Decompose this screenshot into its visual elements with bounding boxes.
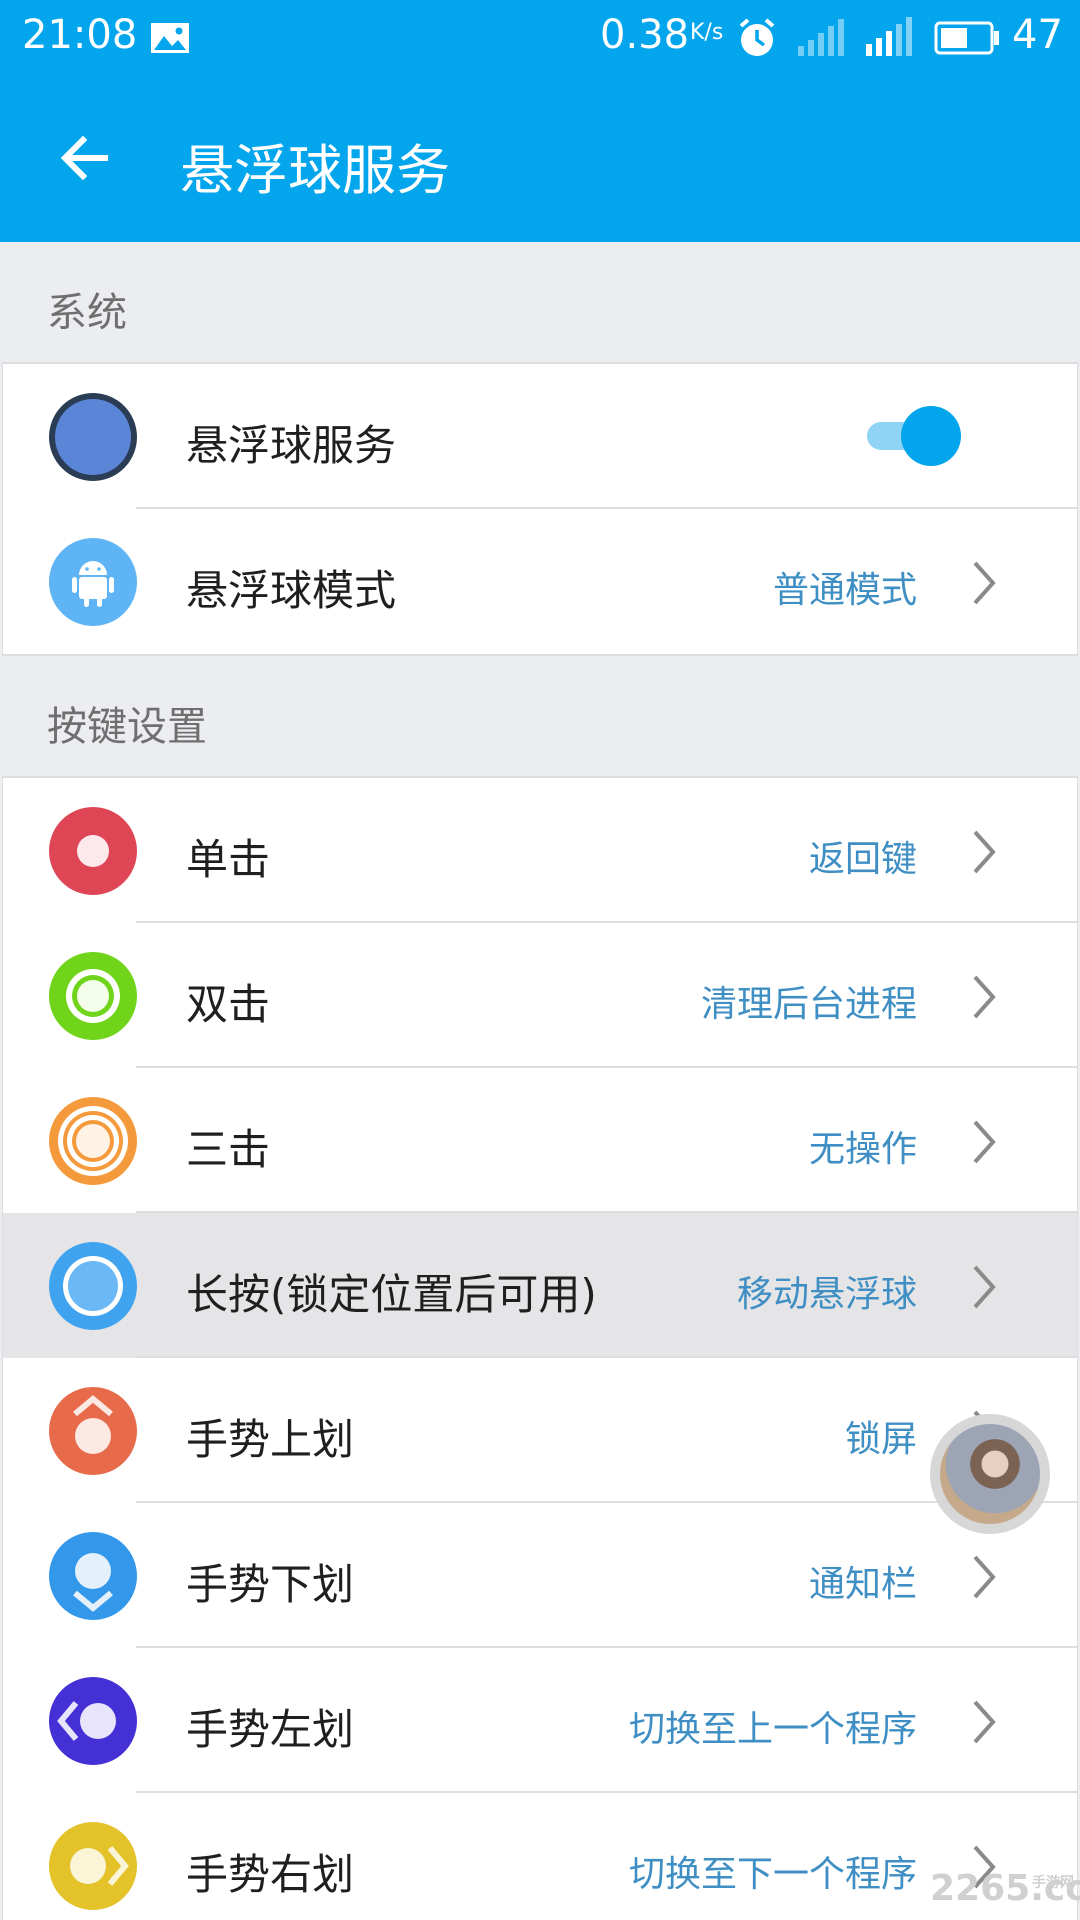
row-value: 返回键 (808, 839, 917, 880)
row-floating-ball-mode[interactable]: 悬浮球模式 普通模式 (3, 509, 1077, 654)
image-icon (151, 23, 189, 53)
row-long-press[interactable]: 长按(锁定位置后可用) 移动悬浮球 (3, 1213, 1077, 1358)
chevron-right-icon (973, 830, 996, 874)
swipe-up-icon (49, 1387, 137, 1475)
chevron-right-icon (973, 975, 996, 1019)
row-value: 清理后台进程 (700, 984, 917, 1025)
row-label: 长按(锁定位置后可用) (186, 1270, 597, 1319)
row-label: 悬浮球服务 (186, 421, 397, 470)
row-single-tap[interactable]: 单击 返回键 (3, 778, 1077, 923)
row-label: 手势右划 (186, 1850, 355, 1899)
chevron-right-icon (973, 1555, 996, 1599)
service-toggle[interactable] (863, 402, 963, 470)
row-label: 悬浮球模式 (186, 566, 397, 615)
chevron-right-icon (973, 1700, 996, 1744)
chevron-right-icon (973, 1265, 996, 1309)
chevron-right-icon (973, 561, 996, 605)
settings-group-system: 悬浮球服务 悬浮球模式 普通模式 (2, 362, 1078, 656)
row-swipe-up[interactable]: 手势上划 锁屏 (3, 1358, 1077, 1503)
battery-icon (934, 21, 999, 55)
long-press-icon (49, 1242, 137, 1330)
status-time: 21:08 (22, 12, 138, 58)
row-label: 手势下划 (186, 1560, 355, 1609)
alarm-icon (739, 18, 775, 56)
swipe-right-icon (49, 1822, 137, 1910)
triple-tap-icon (49, 1097, 137, 1185)
row-value: 切换至上一个程序 (628, 1709, 917, 1750)
watermark-logo: 2265.com 手游网 (930, 1868, 1080, 1909)
section-header-key-settings: 按键设置 (47, 704, 207, 750)
row-triple-tap[interactable]: 三击 无操作 (3, 1068, 1077, 1213)
row-value: 通知栏 (808, 1564, 917, 1605)
row-value: 普通模式 (772, 570, 917, 611)
row-label: 三击 (186, 1125, 271, 1174)
row-label: 手势左划 (186, 1705, 355, 1754)
row-floating-ball-service[interactable]: 悬浮球服务 (3, 364, 1077, 509)
row-value: 锁屏 (844, 1419, 917, 1460)
net-speed-unit: K/s (690, 20, 724, 45)
swipe-down-icon (49, 1532, 137, 1620)
hplus-signal-icon (866, 17, 912, 56)
battery-level: 47 (1012, 12, 1063, 58)
floating-ball-avatar (940, 1424, 1040, 1524)
single-tap-icon (49, 807, 137, 895)
row-label: 手势上划 (186, 1415, 355, 1464)
net-speed: 0.38 (600, 12, 690, 58)
status-bar: 21:08 0.38 K/s 47 (0, 0, 1080, 76)
row-label: 双击 (186, 980, 271, 1029)
row-double-tap[interactable]: 双击 清理后台进程 (3, 923, 1077, 1068)
android-icon (49, 538, 137, 626)
row-label: 单击 (186, 835, 271, 884)
row-swipe-left[interactable]: 手势左划 切换至上一个程序 (3, 1648, 1077, 1793)
floating-ball-icon (49, 393, 137, 481)
chevron-right-icon (973, 1120, 996, 1164)
app-bar: 悬浮球服务 (0, 76, 1080, 242)
row-value: 移动悬浮球 (736, 1274, 917, 1315)
page-title: 悬浮球服务 (180, 139, 450, 202)
settings-group-key: 单击 返回键 双击 清理后台进程 三击 无操作 长按(锁定位置后可用) 移动悬浮… (2, 776, 1078, 1920)
section-header-system: 系统 (47, 290, 127, 336)
row-swipe-right[interactable]: 手势右划 切换至下一个程序 (3, 1793, 1077, 1920)
signal-icon (798, 19, 844, 56)
row-swipe-down[interactable]: 手势下划 通知栏 (3, 1503, 1077, 1648)
swipe-left-icon (49, 1677, 137, 1765)
back-arrow-icon[interactable] (55, 128, 115, 188)
row-value: 无操作 (808, 1129, 917, 1170)
floating-ball[interactable] (930, 1414, 1050, 1534)
row-value: 切换至下一个程序 (628, 1854, 917, 1895)
double-tap-icon (49, 952, 137, 1040)
